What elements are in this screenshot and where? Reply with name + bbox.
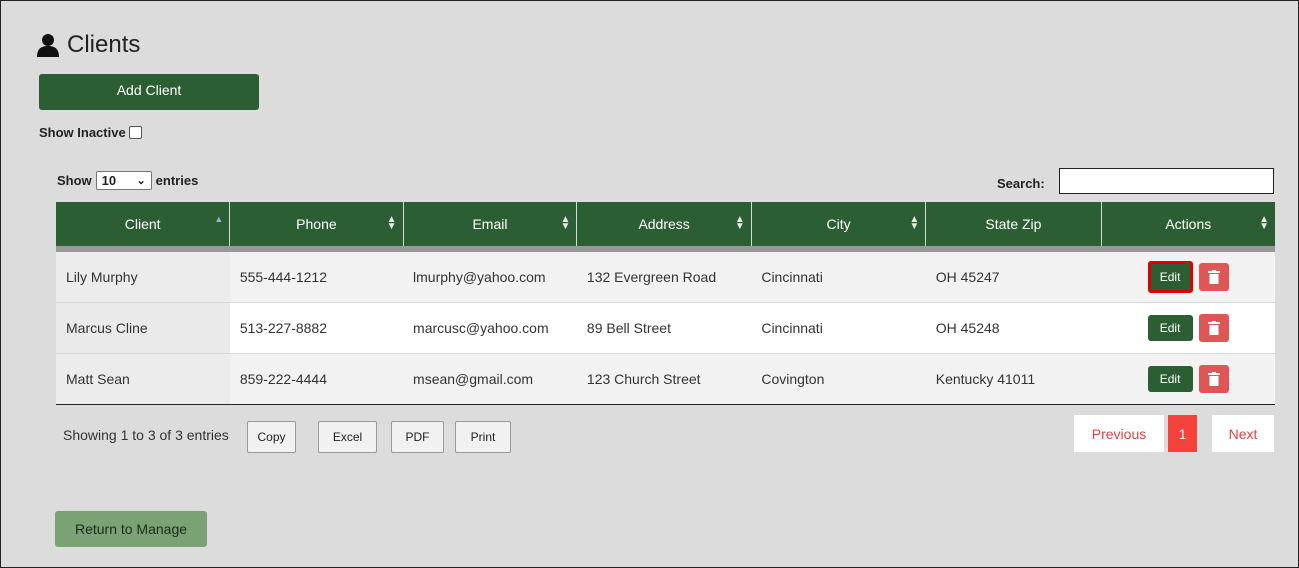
entries-select-value: 10 [101, 173, 117, 188]
table-row: Matt Sean 859-222-4444 msean@gmail.com 1… [56, 353, 1275, 405]
entries-select[interactable]: 10 ⌄ [95, 171, 152, 190]
sort-icon: ▲ ▼ [1259, 214, 1269, 232]
column-header-client[interactable]: Client ▲ [56, 202, 230, 252]
cell-city: Cincinnati [751, 302, 926, 354]
sort-icon: ▲ ▼ [386, 214, 397, 232]
delete-button[interactable] [1198, 365, 1229, 393]
sort-icon: ▲ ▼ [560, 214, 571, 232]
column-header-email[interactable]: Email ▲ ▼ [402, 202, 577, 252]
return-to-manage-button[interactable]: Return to Manage [55, 511, 207, 547]
cell-actions: Edit [1101, 302, 1275, 354]
cell-email: marcusc@yahoo.com [403, 302, 577, 354]
cell-address: 89 Bell Street [576, 302, 752, 354]
table-row: Marcus Cline 513-227-8882 marcusc@yahoo.… [56, 302, 1275, 354]
pdf-button[interactable]: PDF [391, 421, 444, 453]
page-frame: Clients Add Client Show Inactive Show 10… [0, 0, 1299, 568]
sort-icon: ▲ ▼ [909, 214, 920, 232]
cell-email: msean@gmail.com [403, 353, 577, 405]
column-header-state-zip[interactable]: State Zip [925, 202, 1102, 252]
chevron-down-icon: ⌄ [136, 175, 146, 187]
show-inactive-toggle: Show Inactive [39, 125, 142, 140]
page-title: Clients [37, 31, 140, 59]
table-header-row: Client ▲ Phone ▲ ▼ Email ▲ ▼ Address ▲ ▼ Ci… [56, 202, 1275, 252]
trash-icon [1207, 270, 1220, 284]
trash-icon [1207, 372, 1220, 386]
cell-state-zip: OH 45247 [925, 249, 1102, 303]
cell-actions: Edit [1101, 353, 1275, 405]
show-inactive-checkbox[interactable] [128, 126, 142, 139]
table-info: Showing 1 to 3 of 3 entries [63, 427, 229, 443]
column-header-address[interactable]: Address ▲ ▼ [576, 202, 752, 252]
cell-phone: 513-227-8882 [229, 302, 404, 354]
cell-actions: Edit [1101, 249, 1275, 303]
trash-icon [1207, 321, 1220, 335]
table-row: Lily Murphy 555-444-1212 lmurphy@yahoo.c… [56, 249, 1275, 303]
edit-button[interactable]: Edit [1147, 261, 1193, 293]
edit-button[interactable]: Edit [1147, 315, 1193, 341]
sort-icon: ▲ ▼ [734, 214, 745, 232]
show-label: Show [57, 173, 92, 188]
delete-button[interactable] [1198, 263, 1229, 291]
clients-table: Client ▲ Phone ▲ ▼ Email ▲ ▼ Address ▲ ▼ Ci… [56, 202, 1275, 405]
column-header-city[interactable]: City ▲ ▼ [750, 202, 926, 252]
cell-state-zip: OH 45248 [925, 302, 1102, 354]
cell-client: Lily Murphy [56, 249, 230, 303]
entries-label: entries [155, 173, 199, 188]
search-label: Search: [997, 176, 1045, 191]
show-inactive-label: Show Inactive [39, 125, 126, 140]
cell-address: 123 Church Street [576, 353, 752, 405]
cell-address: 132 Evergreen Road [576, 249, 752, 303]
cell-state-zip: Kentucky 41011 [925, 353, 1102, 405]
person-icon [37, 34, 59, 57]
entries-length-control: Show 10 ⌄ entries [57, 171, 198, 190]
sort-asc-icon: ▲ [214, 214, 224, 224]
cell-client: Marcus Cline [56, 302, 230, 354]
cell-city: Covington [751, 353, 926, 405]
cell-phone: 555-444-1212 [229, 249, 404, 303]
column-header-actions[interactable]: Actions ▲ ▼ [1100, 202, 1275, 252]
page-title-text: Clients [67, 31, 141, 58]
search-input[interactable] [1059, 168, 1274, 194]
add-client-button[interactable]: Add Client [39, 74, 259, 110]
cell-email: lmurphy@yahoo.com [403, 249, 577, 303]
column-header-phone[interactable]: Phone ▲ ▼ [229, 202, 404, 252]
cell-city: Cincinnati [751, 249, 926, 303]
delete-button[interactable] [1198, 314, 1229, 342]
print-button[interactable]: Print [455, 421, 511, 453]
pagination-previous[interactable]: Previous [1074, 415, 1164, 452]
cell-phone: 859-222-4444 [229, 353, 404, 405]
pagination-next[interactable]: Next [1212, 415, 1274, 452]
copy-button[interactable]: Copy [247, 421, 296, 453]
edit-button[interactable]: Edit [1147, 366, 1193, 392]
excel-button[interactable]: Excel [318, 421, 377, 453]
pagination-page-1[interactable]: 1 [1168, 415, 1197, 452]
cell-client: Matt Sean [56, 353, 230, 405]
